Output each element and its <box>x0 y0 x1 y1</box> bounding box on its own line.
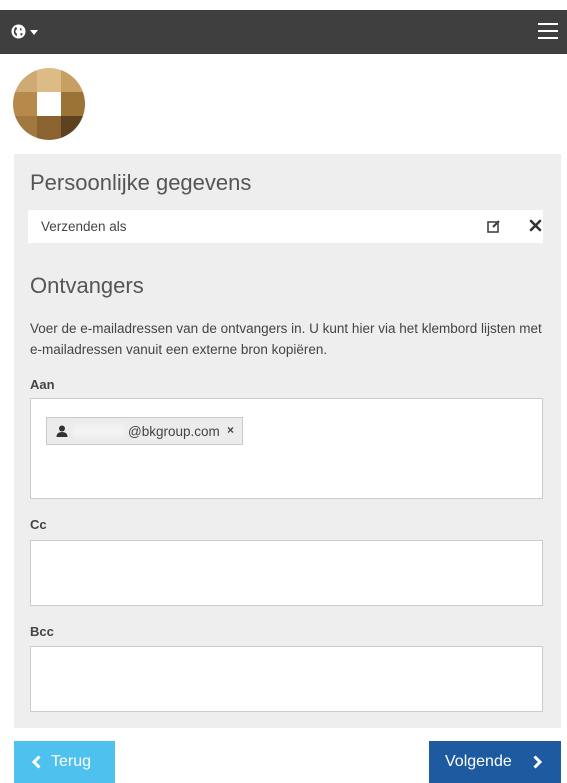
send-as-row: Verzenden als <box>28 210 543 243</box>
chevron-left-icon <box>31 755 41 769</box>
back-button[interactable]: Terug <box>14 741 115 783</box>
bcc-field[interactable] <box>30 646 543 712</box>
recipients-heading: Ontvangers <box>30 273 144 298</box>
send-as-label: Verzenden als <box>41 219 127 234</box>
language-dropdown-caret-icon[interactable] <box>30 30 38 35</box>
personal-details-heading: Persoonlijke gegevens <box>30 170 252 195</box>
back-button-label: Terug <box>51 753 92 770</box>
cc-field[interactable] <box>30 540 543 606</box>
to-field-label: Aan <box>30 377 55 392</box>
close-icon[interactable] <box>529 219 542 232</box>
recipient-chip[interactable]: @bkgroup.com × <box>46 417 243 445</box>
cc-field-label: Cc <box>30 517 47 532</box>
recipients-description: Voer de e-mailadressen van de ontvangers… <box>30 321 542 357</box>
chevron-right-icon <box>533 755 543 769</box>
redacted-name <box>73 425 125 437</box>
next-button[interactable]: Volgende <box>429 741 561 783</box>
remove-recipient-icon[interactable]: × <box>227 423 234 437</box>
top-navbar <box>0 10 567 54</box>
company-logo <box>13 68 85 140</box>
next-button-label: Volgende <box>445 753 512 770</box>
globe-icon[interactable] <box>11 24 26 39</box>
form-panel: Persoonlijke gegevens Verzenden als Ontv… <box>14 154 561 728</box>
hamburger-menu-icon[interactable] <box>538 23 558 40</box>
recipient-address: @bkgroup.com <box>128 424 220 439</box>
bcc-field-label: Bcc <box>30 624 54 639</box>
to-field[interactable]: @bkgroup.com × <box>30 398 543 499</box>
edit-icon[interactable] <box>487 219 501 233</box>
user-icon <box>56 425 68 437</box>
